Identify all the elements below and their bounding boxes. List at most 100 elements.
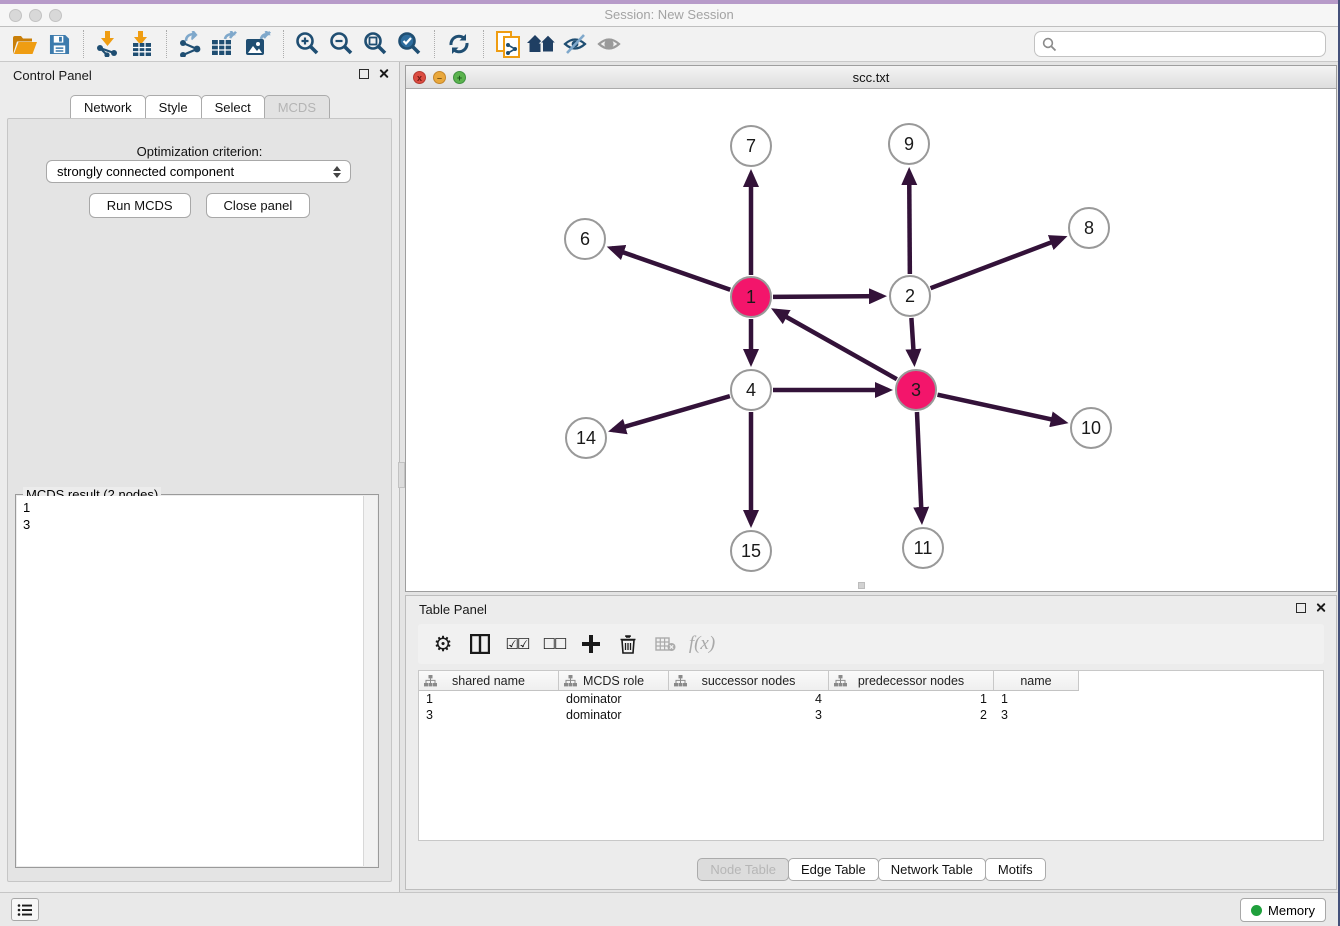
export-image-icon[interactable] bbox=[242, 29, 276, 59]
table-row[interactable]: 1dominator411 bbox=[419, 691, 1323, 707]
save-session-icon[interactable] bbox=[42, 29, 76, 59]
graph-node-4[interactable]: 4 bbox=[730, 369, 772, 411]
close-panel-button[interactable]: Close panel bbox=[206, 193, 311, 218]
refresh-icon[interactable] bbox=[442, 29, 476, 59]
zoom-out-icon[interactable] bbox=[325, 29, 359, 59]
toolbar-separator bbox=[483, 30, 484, 58]
status-bar: Memory bbox=[0, 892, 1338, 926]
open-file-icon[interactable] bbox=[8, 29, 42, 59]
import-table-icon[interactable] bbox=[125, 29, 159, 59]
canvas-resize-handle[interactable] bbox=[858, 582, 865, 589]
table-cell[interactable]: 3 bbox=[994, 707, 1079, 723]
table-cell[interactable]: 2 bbox=[829, 707, 994, 723]
dropdown-stepper-icon bbox=[330, 164, 344, 180]
column-header-predecessor-nodes[interactable]: predecessor nodes bbox=[829, 671, 994, 690]
graph-node-8[interactable]: 8 bbox=[1068, 207, 1110, 249]
column-header-shared-name[interactable]: shared name bbox=[419, 671, 559, 690]
graph-node-1[interactable]: 1 bbox=[730, 276, 772, 318]
add-column-icon[interactable] bbox=[576, 629, 606, 659]
close-panel-icon[interactable] bbox=[378, 68, 389, 79]
clone-network-icon[interactable] bbox=[491, 29, 525, 59]
search-input[interactable] bbox=[1062, 34, 1325, 54]
table-panel: Table Panel ⚙ ☑☑ ☐☐ f(x) s bbox=[405, 595, 1337, 890]
criterion-value: strongly connected component bbox=[57, 164, 234, 179]
table-cell[interactable]: 4 bbox=[669, 691, 829, 707]
table-cell[interactable]: 3 bbox=[669, 707, 829, 723]
criterion-dropdown[interactable]: strongly connected component bbox=[46, 160, 351, 183]
task-history-button[interactable] bbox=[11, 898, 39, 921]
float-table-panel-icon[interactable] bbox=[1296, 603, 1306, 613]
first-neighbors-icon[interactable] bbox=[525, 29, 559, 59]
tab-node-table[interactable]: Node Table bbox=[697, 858, 789, 881]
memory-button[interactable]: Memory bbox=[1240, 898, 1326, 922]
tab-mcds[interactable]: MCDS bbox=[264, 95, 330, 119]
export-table-icon[interactable] bbox=[208, 29, 242, 59]
control-panel-title: Control Panel bbox=[13, 68, 92, 83]
network-window-titlebar[interactable]: x – + scc.txt bbox=[406, 66, 1336, 89]
network-canvas[interactable]: 7 9 6 8 1 2 4 3 14 10 15 11 bbox=[406, 89, 1336, 591]
column-header-successor-nodes[interactable]: successor nodes bbox=[669, 671, 829, 690]
table-mode-icon[interactable]: ⚙ bbox=[428, 629, 458, 659]
run-mcds-button[interactable]: Run MCDS bbox=[89, 193, 191, 218]
table-cell[interactable]: 1 bbox=[419, 691, 559, 707]
deselect-all-icon[interactable]: ☐☐ bbox=[539, 629, 569, 659]
zoom-fit-icon[interactable] bbox=[359, 29, 393, 59]
network-window-title: scc.txt bbox=[406, 70, 1336, 85]
graph-node-9[interactable]: 9 bbox=[888, 123, 930, 165]
control-panel-header: Control Panel bbox=[0, 62, 399, 88]
table-tabs: Node TableEdge TableNetwork TableMotifs bbox=[406, 858, 1336, 881]
window-title: Session: New Session bbox=[0, 7, 1338, 22]
table-row[interactable]: 3dominator323 bbox=[419, 707, 1323, 723]
table-toolbar: ⚙ ☑☑ ☐☐ f(x) bbox=[418, 624, 1324, 664]
mcds-panel: Optimization criterion: strongly connect… bbox=[7, 118, 392, 882]
tab-edge-table[interactable]: Edge Table bbox=[788, 858, 879, 881]
search-box[interactable] bbox=[1034, 31, 1326, 57]
tab-motifs[interactable]: Motifs bbox=[985, 858, 1046, 881]
zoom-selected-icon[interactable] bbox=[393, 29, 427, 59]
graph-nodes-layer: 7 9 6 8 1 2 4 3 14 10 15 11 bbox=[406, 89, 1336, 591]
table-cell[interactable]: 1 bbox=[994, 691, 1079, 707]
graph-node-2[interactable]: 2 bbox=[889, 275, 931, 317]
column-header-MCDS-role[interactable]: MCDS role bbox=[559, 671, 669, 690]
export-network-icon[interactable] bbox=[174, 29, 208, 59]
import-network-icon[interactable] bbox=[91, 29, 125, 59]
graph-node-11[interactable]: 11 bbox=[902, 527, 944, 569]
control-panel-tabs: NetworkStyleSelectMCDS bbox=[0, 95, 399, 119]
tree-column-icon bbox=[674, 675, 687, 687]
delete-columns-icon bbox=[650, 629, 680, 659]
zoom-in-icon[interactable] bbox=[291, 29, 325, 59]
graph-node-7[interactable]: 7 bbox=[730, 125, 772, 167]
tab-style[interactable]: Style bbox=[145, 95, 202, 119]
graph-node-14[interactable]: 14 bbox=[565, 417, 607, 459]
float-panel-icon[interactable] bbox=[359, 69, 369, 79]
table-cell[interactable]: dominator bbox=[559, 707, 669, 723]
graph-node-6[interactable]: 6 bbox=[564, 218, 606, 260]
node-table[interactable]: shared name MCDS rolesuccessor nodesprede… bbox=[418, 670, 1324, 841]
graph-node-3[interactable]: 3 bbox=[895, 369, 937, 411]
table-cell[interactable]: 1 bbox=[829, 691, 994, 707]
mcds-result-text[interactable]: 1 3 bbox=[17, 496, 363, 866]
show-hide-columns-icon[interactable] bbox=[465, 629, 495, 659]
mcds-result-scrollbar[interactable] bbox=[363, 496, 377, 866]
column-header-name[interactable]: name bbox=[994, 671, 1079, 690]
table-cell[interactable]: dominator bbox=[559, 691, 669, 707]
tab-select[interactable]: Select bbox=[201, 95, 265, 119]
tab-network-table[interactable]: Network Table bbox=[878, 858, 986, 881]
delete-rows-icon[interactable] bbox=[613, 629, 643, 659]
toolbar-separator bbox=[283, 30, 284, 58]
column-header-label: shared name bbox=[452, 674, 525, 688]
show-all-icon[interactable] bbox=[593, 29, 627, 59]
node-table-body: 1dominator4113dominator323 bbox=[419, 691, 1323, 723]
node-table-header: shared name MCDS rolesuccessor nodesprede… bbox=[419, 671, 1079, 691]
close-table-panel-icon[interactable] bbox=[1315, 602, 1326, 613]
graph-node-10[interactable]: 10 bbox=[1070, 407, 1112, 449]
tree-column-icon bbox=[564, 675, 577, 687]
hide-selected-icon[interactable] bbox=[559, 29, 593, 59]
tab-network[interactable]: Network bbox=[70, 95, 146, 119]
panel-splitter-handle[interactable] bbox=[398, 462, 405, 488]
select-all-icon[interactable]: ☑☑ bbox=[502, 629, 532, 659]
graph-node-15[interactable]: 15 bbox=[730, 530, 772, 572]
column-header-label: name bbox=[1020, 674, 1051, 688]
table-cell[interactable]: 3 bbox=[419, 707, 559, 723]
table-panel-header: Table Panel bbox=[406, 596, 1336, 622]
